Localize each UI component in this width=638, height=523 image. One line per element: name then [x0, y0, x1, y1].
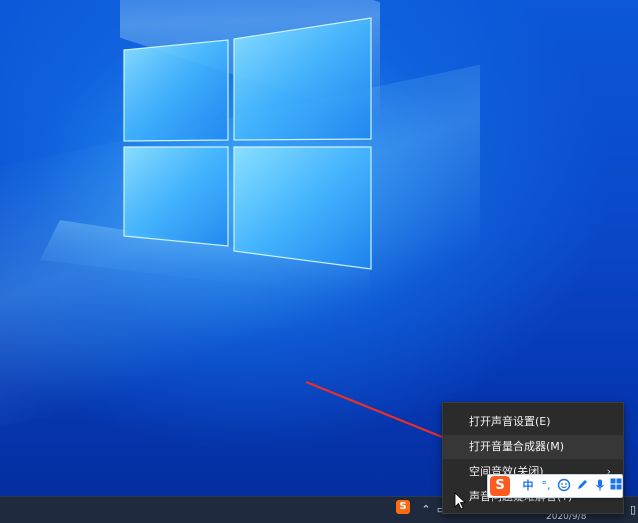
emoji-icon[interactable] [556, 478, 572, 494]
sogou-logo-icon[interactable]: S [490, 476, 510, 496]
menu-item-open-sound-settings[interactable]: 打开声音设置(E) [443, 410, 623, 434]
microphone-icon[interactable] [592, 478, 608, 494]
sogou-tray-icon[interactable]: S [396, 500, 410, 514]
menu-item-label: 打开声音设置(E) [469, 415, 551, 428]
menu-item-open-volume-mixer[interactable]: 打开音量合成器(M) [443, 435, 623, 459]
grid-icon[interactable] [608, 478, 624, 494]
punctuation-toggle[interactable]: °, [538, 478, 554, 494]
mouse-cursor-icon [454, 492, 466, 510]
ime-mode-toggle[interactable]: 中 [520, 478, 536, 494]
pen-icon[interactable] [574, 478, 590, 494]
chevron-up-icon[interactable]: ⌃ [420, 502, 432, 518]
notification-icon[interactable]: ▯ [628, 502, 638, 518]
menu-item-label: 打开音量合成器(M) [469, 440, 565, 453]
ime-toolbar: S 中 °, [487, 474, 623, 498]
